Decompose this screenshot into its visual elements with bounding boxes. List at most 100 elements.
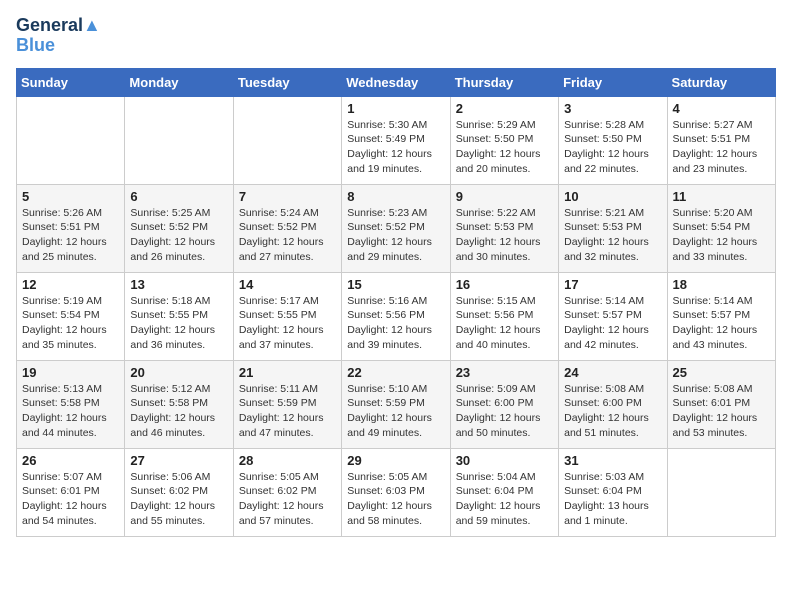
- day-info: Sunrise: 5:03 AM Sunset: 6:04 PM Dayligh…: [564, 470, 661, 529]
- day-info: Sunrise: 5:05 AM Sunset: 6:03 PM Dayligh…: [347, 470, 444, 529]
- calendar-cell: 6 Sunrise: 5:25 AM Sunset: 5:52 PM Daylig…: [125, 184, 233, 272]
- day-info: Sunrise: 5:13 AM Sunset: 5:58 PM Dayligh…: [22, 382, 119, 441]
- page-header: General▲ Blue: [16, 16, 776, 56]
- calendar-cell: 17Sunrise: 5:14 AM Sunset: 5:57 PM Dayli…: [559, 272, 667, 360]
- calendar-week-row: 5 Sunrise: 5:26 AM Sunset: 5:51 PM Daylig…: [17, 184, 776, 272]
- day-number: 18: [673, 277, 770, 292]
- day-info: Sunrise: 5:06 AM Sunset: 6:02 PM Dayligh…: [130, 470, 227, 529]
- calendar-cell: 7 Sunrise: 5:24 AM Sunset: 5:52 PM Daylig…: [233, 184, 341, 272]
- day-info: Sunrise: 5:26 AM Sunset: 5:51 PM Dayligh…: [22, 206, 119, 265]
- calendar-cell: 30Sunrise: 5:04 AM Sunset: 6:04 PM Dayli…: [450, 448, 558, 536]
- day-info: Sunrise: 5:20 AM Sunset: 5:54 PM Dayligh…: [673, 206, 770, 265]
- calendar-cell: 8 Sunrise: 5:23 AM Sunset: 5:52 PM Daylig…: [342, 184, 450, 272]
- calendar-cell: 5 Sunrise: 5:26 AM Sunset: 5:51 PM Daylig…: [17, 184, 125, 272]
- day-info: Sunrise: 5:08 AM Sunset: 6:00 PM Dayligh…: [564, 382, 661, 441]
- day-info: Sunrise: 5:11 AM Sunset: 5:59 PM Dayligh…: [239, 382, 336, 441]
- day-number: 11: [673, 189, 770, 204]
- calendar-table: SundayMondayTuesdayWednesdayThursdayFrid…: [16, 68, 776, 537]
- calendar-cell: 16 Sunrise: 5:15 AM Sunset: 5:56 PM Dayli…: [450, 272, 558, 360]
- day-number: 19: [22, 365, 119, 380]
- calendar-cell: 18 Sunrise: 5:14 AM Sunset: 5:57 PM Dayli…: [667, 272, 775, 360]
- calendar-cell: 31 Sunrise: 5:03 AM Sunset: 6:04 PM Dayli…: [559, 448, 667, 536]
- weekday-header: Wednesday: [342, 68, 450, 96]
- weekday-header: Saturday: [667, 68, 775, 96]
- day-info: Sunrise: 5:04 AM Sunset: 6:04 PM Dayligh…: [456, 470, 553, 529]
- day-number: 12: [22, 277, 119, 292]
- day-info: Sunrise: 5:30 AM Sunset: 5:49 PM Dayligh…: [347, 118, 444, 177]
- day-number: 25: [673, 365, 770, 380]
- calendar-cell: 24 Sunrise: 5:08 AM Sunset: 6:00 PM Dayli…: [559, 360, 667, 448]
- calendar-week-row: 26Sunrise: 5:07 AM Sunset: 6:01 PM Dayli…: [17, 448, 776, 536]
- day-info: Sunrise: 5:23 AM Sunset: 5:52 PM Dayligh…: [347, 206, 444, 265]
- day-number: 1: [347, 101, 444, 116]
- calendar-cell: [667, 448, 775, 536]
- calendar-cell: 29 Sunrise: 5:05 AM Sunset: 6:03 PM Dayli…: [342, 448, 450, 536]
- day-info: Sunrise: 5:07 AM Sunset: 6:01 PM Dayligh…: [22, 470, 119, 529]
- day-number: 22: [347, 365, 444, 380]
- day-info: Sunrise: 5:10 AM Sunset: 5:59 PM Dayligh…: [347, 382, 444, 441]
- calendar-cell: 26Sunrise: 5:07 AM Sunset: 6:01 PM Dayli…: [17, 448, 125, 536]
- calendar-cell: 1 Sunrise: 5:30 AM Sunset: 5:49 PM Daylig…: [342, 96, 450, 184]
- day-number: 14: [239, 277, 336, 292]
- weekday-header: Friday: [559, 68, 667, 96]
- day-number: 3: [564, 101, 661, 116]
- day-number: 13: [130, 277, 227, 292]
- calendar-cell: 20Sunrise: 5:12 AM Sunset: 5:58 PM Dayli…: [125, 360, 233, 448]
- calendar-cell: 23Sunrise: 5:09 AM Sunset: 6:00 PM Dayli…: [450, 360, 558, 448]
- calendar-cell: 11 Sunrise: 5:20 AM Sunset: 5:54 PM Dayli…: [667, 184, 775, 272]
- day-info: Sunrise: 5:09 AM Sunset: 6:00 PM Dayligh…: [456, 382, 553, 441]
- day-number: 16: [456, 277, 553, 292]
- day-number: 31: [564, 453, 661, 468]
- day-number: 6: [130, 189, 227, 204]
- calendar-cell: 9Sunrise: 5:22 AM Sunset: 5:53 PM Daylig…: [450, 184, 558, 272]
- day-number: 4: [673, 101, 770, 116]
- weekday-header: Sunday: [17, 68, 125, 96]
- day-info: Sunrise: 5:18 AM Sunset: 5:55 PM Dayligh…: [130, 294, 227, 353]
- day-number: 15: [347, 277, 444, 292]
- day-number: 5: [22, 189, 119, 204]
- calendar-week-row: 19 Sunrise: 5:13 AM Sunset: 5:58 PM Dayli…: [17, 360, 776, 448]
- day-number: 21: [239, 365, 336, 380]
- day-info: Sunrise: 5:28 AM Sunset: 5:50 PM Dayligh…: [564, 118, 661, 177]
- weekday-header: Thursday: [450, 68, 558, 96]
- logo-blue: Blue: [16, 36, 101, 56]
- day-number: 10: [564, 189, 661, 204]
- calendar-cell: 13 Sunrise: 5:18 AM Sunset: 5:55 PM Dayli…: [125, 272, 233, 360]
- calendar-cell: 4Sunrise: 5:27 AM Sunset: 5:51 PM Daylig…: [667, 96, 775, 184]
- calendar-week-row: 1 Sunrise: 5:30 AM Sunset: 5:49 PM Daylig…: [17, 96, 776, 184]
- calendar-cell: 21 Sunrise: 5:11 AM Sunset: 5:59 PM Dayli…: [233, 360, 341, 448]
- day-info: Sunrise: 5:25 AM Sunset: 5:52 PM Dayligh…: [130, 206, 227, 265]
- day-info: Sunrise: 5:17 AM Sunset: 5:55 PM Dayligh…: [239, 294, 336, 353]
- calendar-cell: 22 Sunrise: 5:10 AM Sunset: 5:59 PM Dayli…: [342, 360, 450, 448]
- day-info: Sunrise: 5:16 AM Sunset: 5:56 PM Dayligh…: [347, 294, 444, 353]
- weekday-header-row: SundayMondayTuesdayWednesdayThursdayFrid…: [17, 68, 776, 96]
- calendar-cell: [17, 96, 125, 184]
- day-number: 28: [239, 453, 336, 468]
- weekday-header: Tuesday: [233, 68, 341, 96]
- day-info: Sunrise: 5:29 AM Sunset: 5:50 PM Dayligh…: [456, 118, 553, 177]
- day-number: 17: [564, 277, 661, 292]
- day-info: Sunrise: 5:19 AM Sunset: 5:54 PM Dayligh…: [22, 294, 119, 353]
- calendar-cell: 19 Sunrise: 5:13 AM Sunset: 5:58 PM Dayli…: [17, 360, 125, 448]
- logo-text: General▲: [16, 16, 101, 36]
- calendar-cell: 2 Sunrise: 5:29 AM Sunset: 5:50 PM Daylig…: [450, 96, 558, 184]
- day-info: Sunrise: 5:24 AM Sunset: 5:52 PM Dayligh…: [239, 206, 336, 265]
- day-info: Sunrise: 5:21 AM Sunset: 5:53 PM Dayligh…: [564, 206, 661, 265]
- day-number: 2: [456, 101, 553, 116]
- day-info: Sunrise: 5:15 AM Sunset: 5:56 PM Dayligh…: [456, 294, 553, 353]
- logo: General▲ Blue: [16, 16, 101, 56]
- calendar-cell: [125, 96, 233, 184]
- calendar-cell: 25 Sunrise: 5:08 AM Sunset: 6:01 PM Dayli…: [667, 360, 775, 448]
- day-number: 8: [347, 189, 444, 204]
- day-number: 24: [564, 365, 661, 380]
- day-info: Sunrise: 5:22 AM Sunset: 5:53 PM Dayligh…: [456, 206, 553, 265]
- day-info: Sunrise: 5:08 AM Sunset: 6:01 PM Dayligh…: [673, 382, 770, 441]
- day-info: Sunrise: 5:12 AM Sunset: 5:58 PM Dayligh…: [130, 382, 227, 441]
- calendar-week-row: 12 Sunrise: 5:19 AM Sunset: 5:54 PM Dayli…: [17, 272, 776, 360]
- day-number: 29: [347, 453, 444, 468]
- day-number: 7: [239, 189, 336, 204]
- day-info: Sunrise: 5:14 AM Sunset: 5:57 PM Dayligh…: [673, 294, 770, 353]
- weekday-header: Monday: [125, 68, 233, 96]
- calendar-cell: 27Sunrise: 5:06 AM Sunset: 6:02 PM Dayli…: [125, 448, 233, 536]
- calendar-cell: 28Sunrise: 5:05 AM Sunset: 6:02 PM Dayli…: [233, 448, 341, 536]
